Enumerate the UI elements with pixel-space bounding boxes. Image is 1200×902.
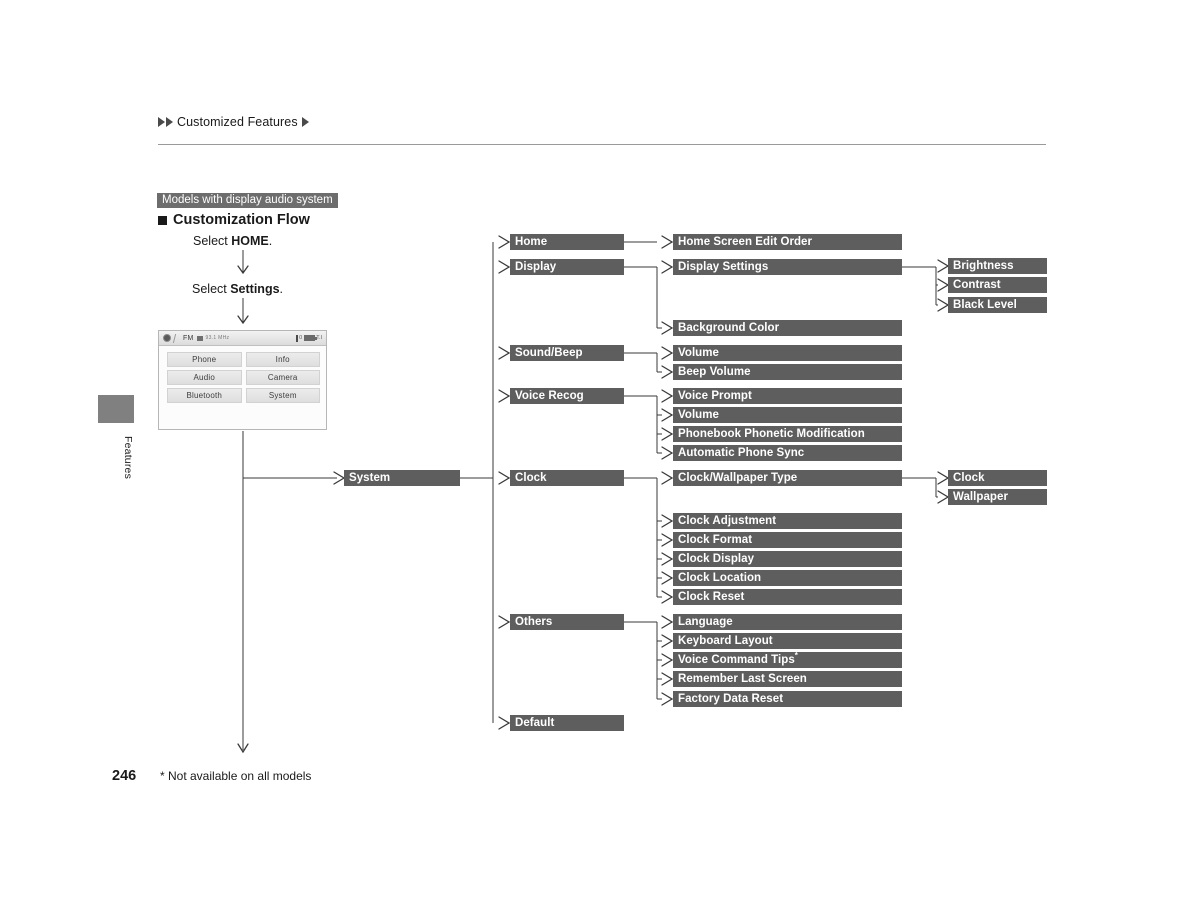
node-remember-last-screen[interactable]: Remember Last Screen [673,671,902,687]
step-select-settings: Select Settings. [192,282,283,296]
device-key-grid: Phone Info Audio Camera Bluetooth System [167,352,320,403]
node-wallpaper[interactable]: Wallpaper [948,489,1047,505]
node-language[interactable]: Language [673,614,902,630]
breadcrumb: Customized Features [158,115,309,129]
node-background-color[interactable]: Background Color [673,320,902,336]
node-factory-data-reset[interactable]: Factory Data Reset [673,691,902,707]
media-icon [196,335,203,341]
node-clock-format[interactable]: Clock Format [673,532,902,548]
node-clock-reset[interactable]: Clock Reset [673,589,902,605]
section-tab-label: Features [122,436,134,480]
manual-page: Customized Features Features Models with… [0,0,1200,902]
node-display-settings[interactable]: Display Settings [673,259,902,275]
node-clock-type[interactable]: Clock [948,470,1047,486]
step-home-suffix: . [268,234,273,248]
signal-bar-icon [295,334,298,342]
node-others[interactable]: Others [510,614,624,630]
node-clock-adjustment[interactable]: Clock Adjustment [673,513,902,529]
node-keyboard-layout[interactable]: Keyboard Layout [673,633,902,649]
node-beep-volume[interactable]: Beep Volume [673,364,902,380]
square-bullet-icon [158,215,167,225]
device-key-info[interactable]: Info [245,352,320,367]
page-title-text: Customization Flow [173,212,310,228]
power-dot-icon [163,334,171,342]
node-black-level[interactable]: Black Level [948,297,1047,313]
breadcrumb-label: Customized Features [177,115,298,129]
triangle-right-icon [301,117,309,127]
node-automatic-phone-sync[interactable]: Automatic Phone Sync [673,445,902,461]
bluetooth-icon: 0 [299,335,303,341]
node-brightness[interactable]: Brightness [948,258,1047,274]
step-settings-bold: Settings [230,282,280,296]
device-key-bluetooth[interactable]: Bluetooth [167,388,242,403]
node-voice-command-tips[interactable]: Voice Command Tips* [673,652,902,668]
battery-icon [303,335,317,341]
node-voice-prompt[interactable]: Voice Prompt [673,388,902,404]
radio-band-label: FM [183,334,194,342]
node-clock-wallpaper-type[interactable]: Clock/Wallpaper Type [673,470,902,486]
device-key-phone[interactable]: Phone [167,352,242,367]
node-clock-location[interactable]: Clock Location [673,570,902,586]
node-clock-display[interactable]: Clock Display [673,551,902,567]
node-clock[interactable]: Clock [510,470,624,486]
node-phonebook-phonetic-modification[interactable]: Phonebook Phonetic Modification [673,426,902,442]
page-number: 246 [112,768,137,784]
device-key-system[interactable]: System [245,388,320,403]
node-sound-beep[interactable]: Sound/Beep [510,345,624,361]
antenna-icon: T.I [316,335,322,341]
step-select-home: Select HOME. [193,234,272,248]
section-tab-marker [98,395,134,423]
node-voice-recog[interactable]: Voice Recog [510,388,624,404]
node-display[interactable]: Display [510,259,624,275]
node-volume-voice[interactable]: Volume [673,407,902,423]
flow-connectors [237,235,950,754]
triangle-right-icon [158,117,165,127]
node-voice-command-tips-label: Voice Command Tips [678,654,795,666]
device-status-bar: FM 93.1 MHz 0 T.I [159,331,326,346]
node-volume-sound[interactable]: Volume [673,345,902,361]
step-settings-prefix: Select [192,282,231,296]
radio-frequency-label: 93.1 MHz [205,335,230,341]
step-settings-suffix: . [279,282,284,296]
node-system[interactable]: System [344,470,460,486]
page-footnote: * Not available on all models [160,769,312,783]
node-home-screen-edit-order[interactable]: Home Screen Edit Order [673,234,902,250]
page-title: Customization Flow [158,212,310,228]
triangle-right-icon [166,117,173,127]
device-key-audio[interactable]: Audio [167,370,242,385]
node-default[interactable]: Default [510,715,624,731]
device-key-camera[interactable]: Camera [245,370,320,385]
slash-icon [172,333,182,343]
step-home-bold: HOME [231,234,269,248]
status-indicators: 0 T.I [295,334,322,342]
models-banner: Models with display audio system [157,193,338,208]
step-home-prefix: Select [193,234,232,248]
node-home[interactable]: Home [510,234,624,250]
node-contrast[interactable]: Contrast [948,277,1047,293]
display-audio-mockup: FM 93.1 MHz 0 T.I Phone Info Audio Camer… [158,330,327,430]
header-divider [158,144,1046,145]
footnote-marker: * [794,652,798,661]
